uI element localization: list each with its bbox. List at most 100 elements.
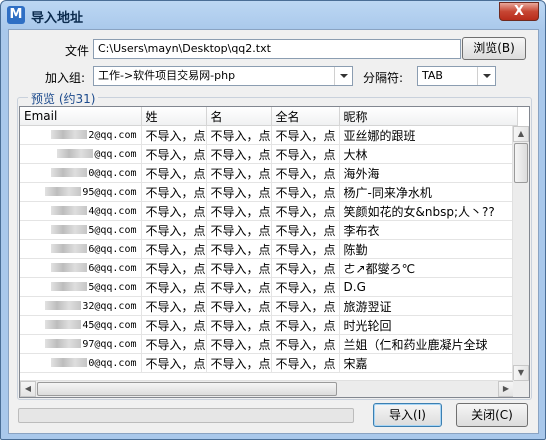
- table-row[interactable]: 32@qq.com 不导入，点 不导入，点 不导入，点 旅游翌证: [20, 296, 518, 316]
- email-cell[interactable]: 45@qq.com: [20, 315, 142, 335]
- last-name-cell[interactable]: 不导入，点: [141, 334, 207, 354]
- table-row[interactable]: 95@qq.com 不导入，点 不导入，点 不导入，点 杨广-同来净水机: [20, 182, 518, 202]
- table-row[interactable]: 45@qq.com 不导入，点 不导入，点 不导入，点 时光轮回: [20, 315, 518, 335]
- column-header-first-name[interactable]: 名: [206, 107, 272, 126]
- last-name-cell[interactable]: 不导入，点: [141, 182, 207, 202]
- import-button[interactable]: 导入(I): [373, 403, 442, 427]
- last-name-cell[interactable]: 不导入，点: [141, 125, 207, 145]
- column-header-last-name[interactable]: 姓: [141, 107, 207, 126]
- vertical-scrollbar[interactable]: ▲ ▼: [512, 126, 529, 381]
- scroll-left-icon[interactable]: ◀: [20, 381, 36, 397]
- file-path-field[interactable]: C:\Users\mayn\Desktop\qq2.txt: [93, 39, 461, 59]
- browse-button[interactable]: 浏览(B): [462, 37, 526, 60]
- nickname-cell[interactable]: ㄜ↗都燮ろ℃: [339, 258, 518, 278]
- last-name-cell[interactable]: 不导入，点: [141, 144, 207, 164]
- table-row[interactable]: 0@qq.com 不导入，点 不导入，点 不导入，点 宋嘉: [20, 353, 518, 373]
- first-name-cell[interactable]: 不导入，点: [206, 334, 272, 354]
- table-row[interactable]: 6@qq.com 不导入，点 不导入，点 不导入，点 陈勤: [20, 239, 518, 259]
- full-name-cell[interactable]: 不导入，点: [271, 258, 340, 278]
- email-cell[interactable]: 2@qq.com: [20, 125, 142, 145]
- table-row[interactable]: 6@qq.com 不导入，点 不导入，点 不导入，点 ㄜ↗都燮ろ℃: [20, 258, 518, 278]
- table-row[interactable]: 0@qq.com 不导入，点 不导入，点 不导入，点 海外海: [20, 163, 518, 183]
- first-name-cell[interactable]: 不导入，点: [206, 201, 272, 221]
- email-cell[interactable]: 5@qq.com: [20, 220, 142, 240]
- full-name-cell[interactable]: 不导入，点: [271, 353, 340, 373]
- nickname-cell[interactable]: 海外海: [339, 163, 518, 183]
- email-cell[interactable]: 0@qq.com: [20, 353, 142, 373]
- column-header-nickname[interactable]: 昵称: [339, 107, 518, 126]
- last-name-cell[interactable]: 不导入，点: [141, 277, 207, 297]
- column-header-email[interactable]: Email: [20, 107, 142, 126]
- table-row[interactable]: 5@qq.com 不导入，点 不导入，点 不导入，点 D.G: [20, 277, 518, 297]
- last-name-cell[interactable]: 不导入，点: [141, 220, 207, 240]
- nickname-cell[interactable]: 大林: [339, 144, 518, 164]
- last-name-cell[interactable]: 不导入，点: [141, 296, 207, 316]
- first-name-cell[interactable]: 不导入，点: [206, 315, 272, 335]
- redacted-mask: [51, 358, 88, 367]
- first-name-cell[interactable]: 不导入，点: [206, 296, 272, 316]
- full-name-cell[interactable]: 不导入，点: [271, 220, 340, 240]
- full-name-cell[interactable]: 不导入，点: [271, 334, 340, 354]
- full-name-cell[interactable]: 不导入，点: [271, 201, 340, 221]
- last-name-cell[interactable]: 不导入，点: [141, 353, 207, 373]
- full-name-cell[interactable]: 不导入，点: [271, 125, 340, 145]
- email-cell[interactable]: @qq.com: [20, 144, 142, 164]
- email-cell[interactable]: 6@qq.com: [20, 258, 142, 278]
- horizontal-scroll-thumb[interactable]: [37, 382, 337, 396]
- email-cell[interactable]: 0@qq.com: [20, 163, 142, 183]
- scroll-up-icon[interactable]: ▲: [513, 126, 529, 142]
- table-row[interactable]: 97@qq.com 不导入，点 不导入，点 不导入，点 兰姐（仁和药业鹿凝片全球: [20, 334, 518, 354]
- last-name-cell[interactable]: 不导入，点: [141, 201, 207, 221]
- email-cell[interactable]: 95@qq.com: [20, 182, 142, 202]
- first-name-cell[interactable]: 不导入，点: [206, 239, 272, 259]
- vertical-scroll-thumb[interactable]: [514, 143, 528, 183]
- table-row[interactable]: 5@qq.com 不导入，点 不导入，点 不导入，点 李布衣: [20, 220, 518, 240]
- nickname-cell[interactable]: D.G: [339, 277, 518, 297]
- nickname-cell[interactable]: 陈勤: [339, 239, 518, 259]
- nickname-cell[interactable]: 时光轮回: [339, 315, 518, 335]
- first-name-cell[interactable]: 不导入，点: [206, 353, 272, 373]
- table-row[interactable]: 2@qq.com 不导入，点 不导入，点 不导入，点 亚丝娜的跟班: [20, 125, 518, 145]
- email-cell[interactable]: 4@qq.com: [20, 201, 142, 221]
- first-name-cell[interactable]: 不导入，点: [206, 277, 272, 297]
- nickname-cell[interactable]: 笑颜如花的女&nbsp;人丶??: [339, 201, 518, 221]
- email-cell[interactable]: 5@qq.com: [20, 277, 142, 297]
- first-name-cell[interactable]: 不导入，点: [206, 258, 272, 278]
- full-name-cell[interactable]: 不导入，点: [271, 315, 340, 335]
- last-name-cell[interactable]: 不导入，点: [141, 239, 207, 259]
- scroll-down-icon[interactable]: ▼: [513, 365, 529, 381]
- first-name-cell[interactable]: 不导入，点: [206, 163, 272, 183]
- email-cell[interactable]: 6@qq.com: [20, 239, 142, 259]
- email-cell[interactable]: 97@qq.com: [20, 334, 142, 354]
- nickname-cell[interactable]: 旅游翌证: [339, 296, 518, 316]
- full-name-cell[interactable]: 不导入，点: [271, 277, 340, 297]
- full-name-cell[interactable]: 不导入，点: [271, 144, 340, 164]
- separator-select[interactable]: TAB: [417, 66, 496, 86]
- first-name-cell[interactable]: 不导入，点: [206, 182, 272, 202]
- preview-table[interactable]: Email 姓 名 全名 昵称 2@qq.com 不导入，点 不导入，点 不导入，点亚…: [19, 106, 530, 398]
- first-name-cell[interactable]: 不导入，点: [206, 220, 272, 240]
- email-cell[interactable]: 32@qq.com: [20, 296, 142, 316]
- nickname-cell[interactable]: 宋嘉: [339, 353, 518, 373]
- full-name-cell[interactable]: 不导入，点: [271, 239, 340, 259]
- table-row[interactable]: 4@qq.com 不导入，点 不导入，点 不导入，点 笑颜如花的女&nbsp;人丶??: [20, 201, 518, 221]
- full-name-cell[interactable]: 不导入，点: [271, 163, 340, 183]
- last-name-cell[interactable]: 不导入，点: [141, 315, 207, 335]
- group-select[interactable]: 工作->软件项目交易网-php: [93, 66, 353, 86]
- last-name-cell[interactable]: 不导入，点: [141, 258, 207, 278]
- scroll-right-icon[interactable]: ▶: [498, 381, 514, 397]
- full-name-cell[interactable]: 不导入，点: [271, 296, 340, 316]
- table-row[interactable]: @qq.com 不导入，点 不导入，点 不导入，点 大林: [20, 144, 518, 164]
- first-name-cell[interactable]: 不导入，点: [206, 125, 272, 145]
- nickname-cell[interactable]: 亚丝娜的跟班: [339, 125, 518, 145]
- close-window-button[interactable]: X: [499, 2, 539, 21]
- full-name-cell[interactable]: 不导入，点: [271, 182, 340, 202]
- horizontal-scrollbar[interactable]: ◀ ▶: [20, 380, 514, 397]
- close-button[interactable]: 关闭(C): [456, 403, 528, 427]
- nickname-cell[interactable]: 兰姐（仁和药业鹿凝片全球: [339, 334, 518, 354]
- first-name-cell[interactable]: 不导入，点: [206, 144, 272, 164]
- column-header-full-name[interactable]: 全名: [271, 107, 340, 126]
- nickname-cell[interactable]: 李布衣: [339, 220, 518, 240]
- nickname-cell[interactable]: 杨广-同来净水机: [339, 182, 518, 202]
- last-name-cell[interactable]: 不导入，点: [141, 163, 207, 183]
